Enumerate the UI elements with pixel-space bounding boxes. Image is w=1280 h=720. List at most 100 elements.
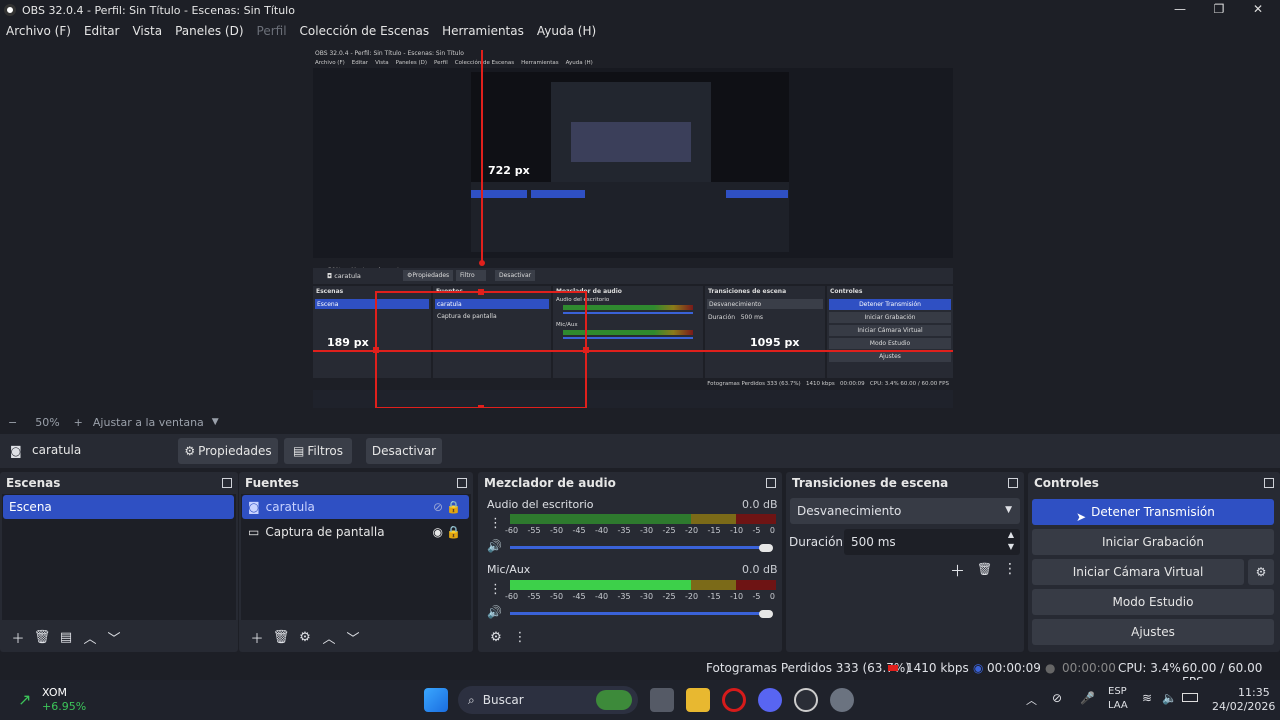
volume-slider-knob[interactable] <box>759 610 773 618</box>
undock-icon[interactable] <box>457 478 467 488</box>
preview-canvas[interactable]: OBS 32.0.4 - Perfil: Sin Título - Escena… <box>313 46 953 408</box>
zoom-out-button[interactable]: − <box>8 416 17 429</box>
stock-chart-icon[interactable]: ↗ <box>18 690 31 709</box>
selected-source-name: caratula <box>32 443 82 457</box>
meter-ticks: -60 -55 -50 -45 -40 -35 -30 -25 -20 -15 -10 -5 0 <box>505 526 775 535</box>
more-options-icon[interactable]: ⋮ <box>1003 561 1017 577</box>
stock-name[interactable]: XOM <box>42 686 67 699</box>
channel-menu-icon[interactable]: ⋮ <box>489 516 502 531</box>
clock-time[interactable]: 11:35 <box>1238 686 1270 699</box>
taskbar: ↗ XOM +6.95% ⌕ Buscar ︿ ⊘ 🎤 ESP LAA ≋ 🔈 … <box>0 680 1280 720</box>
chevron-up-icon[interactable]: ︿ <box>78 626 102 648</box>
more-options-icon[interactable]: ⋮ <box>508 626 532 648</box>
menu-coleccion-escenas[interactable]: Colección de Escenas <box>300 24 430 38</box>
scene-item[interactable]: Escena <box>3 495 234 519</box>
fit-window-select[interactable]: Ajustar a la ventana <box>93 416 204 429</box>
menu-editar[interactable]: Editar <box>84 24 120 38</box>
settings-button[interactable]: Ajustes <box>1032 619 1274 645</box>
battery-icon[interactable] <box>1182 693 1198 702</box>
properties-button[interactable]: ⚙ Propiedades <box>178 438 278 464</box>
lock-icon[interactable]: 🔒 <box>446 500 461 514</box>
maximize-button[interactable]: ❐ <box>1199 0 1239 20</box>
eye-hidden-icon[interactable]: ⊘ <box>433 500 443 514</box>
start-virtual-camera-button[interactable]: Iniciar Cámara Virtual <box>1032 559 1244 585</box>
trash-icon[interactable]: 🗑 <box>30 626 54 648</box>
clock-date[interactable]: 24/02/2026 <box>1212 700 1275 713</box>
chevron-down-icon[interactable]: ▼ <box>1008 542 1014 551</box>
taskbar-search[interactable]: ⌕ Buscar <box>458 686 638 714</box>
menu-vista[interactable]: Vista <box>132 24 162 38</box>
add-icon[interactable]: ＋ <box>950 560 965 581</box>
search-highlight-icon <box>596 690 632 710</box>
chevron-down-icon[interactable]: ﹀ <box>341 626 365 648</box>
undock-icon[interactable] <box>1264 478 1274 488</box>
volume-icon[interactable]: 🔈 <box>1162 691 1177 705</box>
minimize-button[interactable]: — <box>1160 0 1200 20</box>
controls-title: Controles <box>1034 476 1099 490</box>
filter-icon[interactable]: ▤ <box>54 626 78 648</box>
volume-slider-knob[interactable] <box>759 544 773 552</box>
menu-archivo[interactable]: Archivo (F) <box>6 24 71 38</box>
filters-button[interactable]: ▤ Filtros <box>284 438 352 464</box>
speaker-icon[interactable]: 🔊 <box>487 605 502 619</box>
add-icon[interactable]: ＋ <box>6 626 30 648</box>
obs-taskbar-icon[interactable] <box>794 688 818 712</box>
eye-icon[interactable]: ◉ <box>433 525 443 539</box>
chevron-up-icon[interactable]: ︿ <box>1026 692 1037 708</box>
source-item-caratula[interactable]: ◙ caratula ⊘ 🔒 <box>242 495 469 519</box>
no-camera-icon[interactable]: ⊘ <box>1052 691 1062 705</box>
discord-icon[interactable] <box>758 688 782 712</box>
mixer-title: Mezclador de audio <box>484 476 616 490</box>
gear-icon[interactable]: ⚙ <box>293 626 317 648</box>
task-view-icon[interactable] <box>650 688 674 712</box>
channel-menu-icon[interactable]: ⋮ <box>489 582 502 597</box>
dropped-frames: Fotogramas Perdidos 333 (63.7%) <box>706 661 910 675</box>
virtual-camera-settings-button[interactable]: ⚙ <box>1248 559 1274 585</box>
undock-icon[interactable] <box>1008 478 1018 488</box>
volume-slider-desktop[interactable] <box>510 546 772 549</box>
transition-select[interactable]: Desvanecimiento ▼ <box>790 498 1020 524</box>
volume-slider-mic[interactable] <box>510 612 772 615</box>
keyboard-layout[interactable]: LAA <box>1108 700 1128 711</box>
nested-window-title: OBS 32.0.4 - Perfil: Sin Título - Escena… <box>315 50 464 57</box>
filter-icon: ▤ <box>292 444 305 458</box>
source-item-captura[interactable]: ▭ Captura de pantalla ◉ 🔒 <box>242 520 469 544</box>
streaming-icon: ◉ <box>973 661 984 675</box>
meter-ticks: -60 -55 -50 -45 -40 -35 -30 -25 -20 -15 -10 -5 0 <box>505 592 775 601</box>
zoom-in-button[interactable]: + <box>74 416 83 429</box>
close-button[interactable]: ✕ <box>1238 0 1278 20</box>
undock-icon[interactable] <box>766 478 776 488</box>
add-icon[interactable]: ＋ <box>245 626 269 648</box>
chevron-down-icon[interactable]: ﹀ <box>102 626 126 648</box>
settings-taskbar-icon[interactable] <box>830 688 854 712</box>
menu-perfil[interactable]: Perfil <box>257 24 287 38</box>
trash-icon[interactable]: 🗑 <box>269 626 293 648</box>
stock-change[interactable]: +6.95% <box>42 700 86 713</box>
speaker-icon[interactable]: 🔊 <box>487 539 502 553</box>
menu-herramientas[interactable]: Herramientas <box>442 24 524 38</box>
sources-toolbar: ＋ 🗑 ⚙ ︿ ﹀ <box>239 622 473 652</box>
nested-menu: Archivo (F) Editar Vista Paneles (D) Perfil C… <box>315 60 593 66</box>
file-explorer-icon[interactable] <box>686 688 710 712</box>
undock-icon[interactable] <box>222 478 232 488</box>
chevron-up-icon[interactable]: ︿ <box>317 626 341 648</box>
microphone-icon[interactable]: 🎤 <box>1080 691 1095 705</box>
studio-mode-button[interactable]: Modo Estudio <box>1032 589 1274 615</box>
chevron-down-icon[interactable]: ▼ <box>212 417 219 427</box>
advanced-audio-gear-icon[interactable]: ⚙ <box>484 626 508 648</box>
volume-meter-desktop <box>510 514 776 524</box>
chevron-up-icon[interactable]: ▲ <box>1008 530 1014 539</box>
deactivate-button[interactable]: Desactivar <box>366 438 442 464</box>
trash-icon[interactable]: 🗑 <box>977 562 992 576</box>
menu-ayuda[interactable]: Ayuda (H) <box>537 24 596 38</box>
duration-spinbox[interactable]: 500 ms ▲ ▼ <box>844 529 1020 555</box>
stop-streaming-button[interactable]: Detener Transmisión <box>1032 499 1274 525</box>
scenes-dock: Escenas Escena ＋ 🗑 ▤ ︿ ﹀ <box>0 472 238 652</box>
start-recording-button[interactable]: Iniciar Grabación <box>1032 529 1274 555</box>
opera-icon[interactable] <box>722 688 746 712</box>
lock-icon[interactable]: 🔒 <box>446 525 461 539</box>
windows-start-icon[interactable] <box>424 688 448 712</box>
wifi-icon[interactable]: ≋ <box>1142 691 1152 705</box>
language-code[interactable]: ESP <box>1108 686 1127 697</box>
menu-paneles[interactable]: Paneles (D) <box>175 24 243 38</box>
